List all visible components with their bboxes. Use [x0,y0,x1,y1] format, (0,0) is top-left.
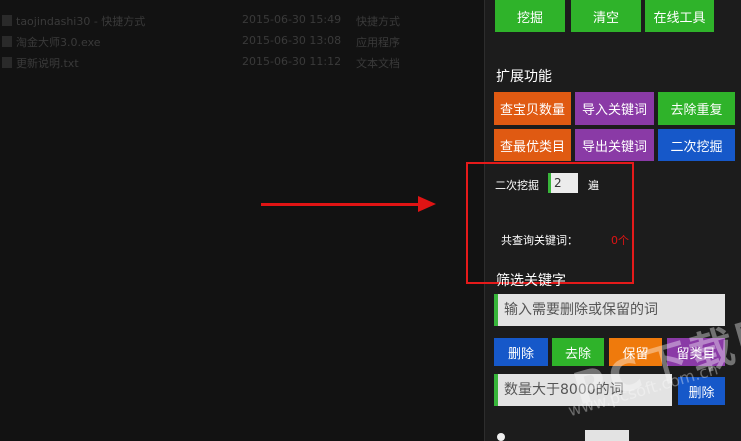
shortcut-icon [2,15,12,26]
online-tools-button[interactable]: 在线工具 [645,0,714,32]
mine-button[interactable]: 挖掘 [495,0,565,32]
option-value-field[interactable] [585,430,629,441]
file-type: 快捷方式 [356,15,400,28]
best-category-button[interactable]: 查最优类目 [494,129,571,161]
check-count-button[interactable]: 查宝贝数量 [494,92,571,125]
filter-delete-button[interactable]: 删除 [494,338,548,366]
file-date: 2015-06-30 13:08 [242,34,342,47]
file-date: 2015-06-30 15:49 [242,13,342,26]
radio-button[interactable] [497,433,505,441]
export-keywords-button[interactable]: 导出关键词 [575,129,654,161]
extend-section-title: 扩展功能 [496,69,552,85]
cut-off-option-row [497,428,737,441]
import-keywords-button[interactable]: 导入关键词 [575,92,654,125]
file-name: 更新说明.txt [16,57,79,70]
file-name: 淘金大师3.0.exe [16,36,101,49]
filter-section-title: 筛选关键字 [496,273,566,289]
annotation-arrow-icon [261,203,421,206]
file-date: 2015-06-30 11:12 [242,55,342,68]
dedupe-button[interactable]: 去除重复 [658,92,735,125]
file-name: taojindashi30 - 快捷方式 [16,15,146,28]
exe-icon [2,36,12,47]
clear-button[interactable]: 清空 [571,0,641,32]
text-file-icon [2,57,12,68]
file-explorer-pane: taojindashi30 - 快捷方式 2015-06-30 15:49 快捷… [0,0,484,441]
file-type: 应用程序 [356,36,400,49]
annotation-arrow-head-icon [418,196,436,212]
second-mine-button[interactable]: 二次挖掘 [658,129,735,161]
annotation-highlight-box [466,162,634,284]
file-type: 文本文档 [356,57,400,70]
